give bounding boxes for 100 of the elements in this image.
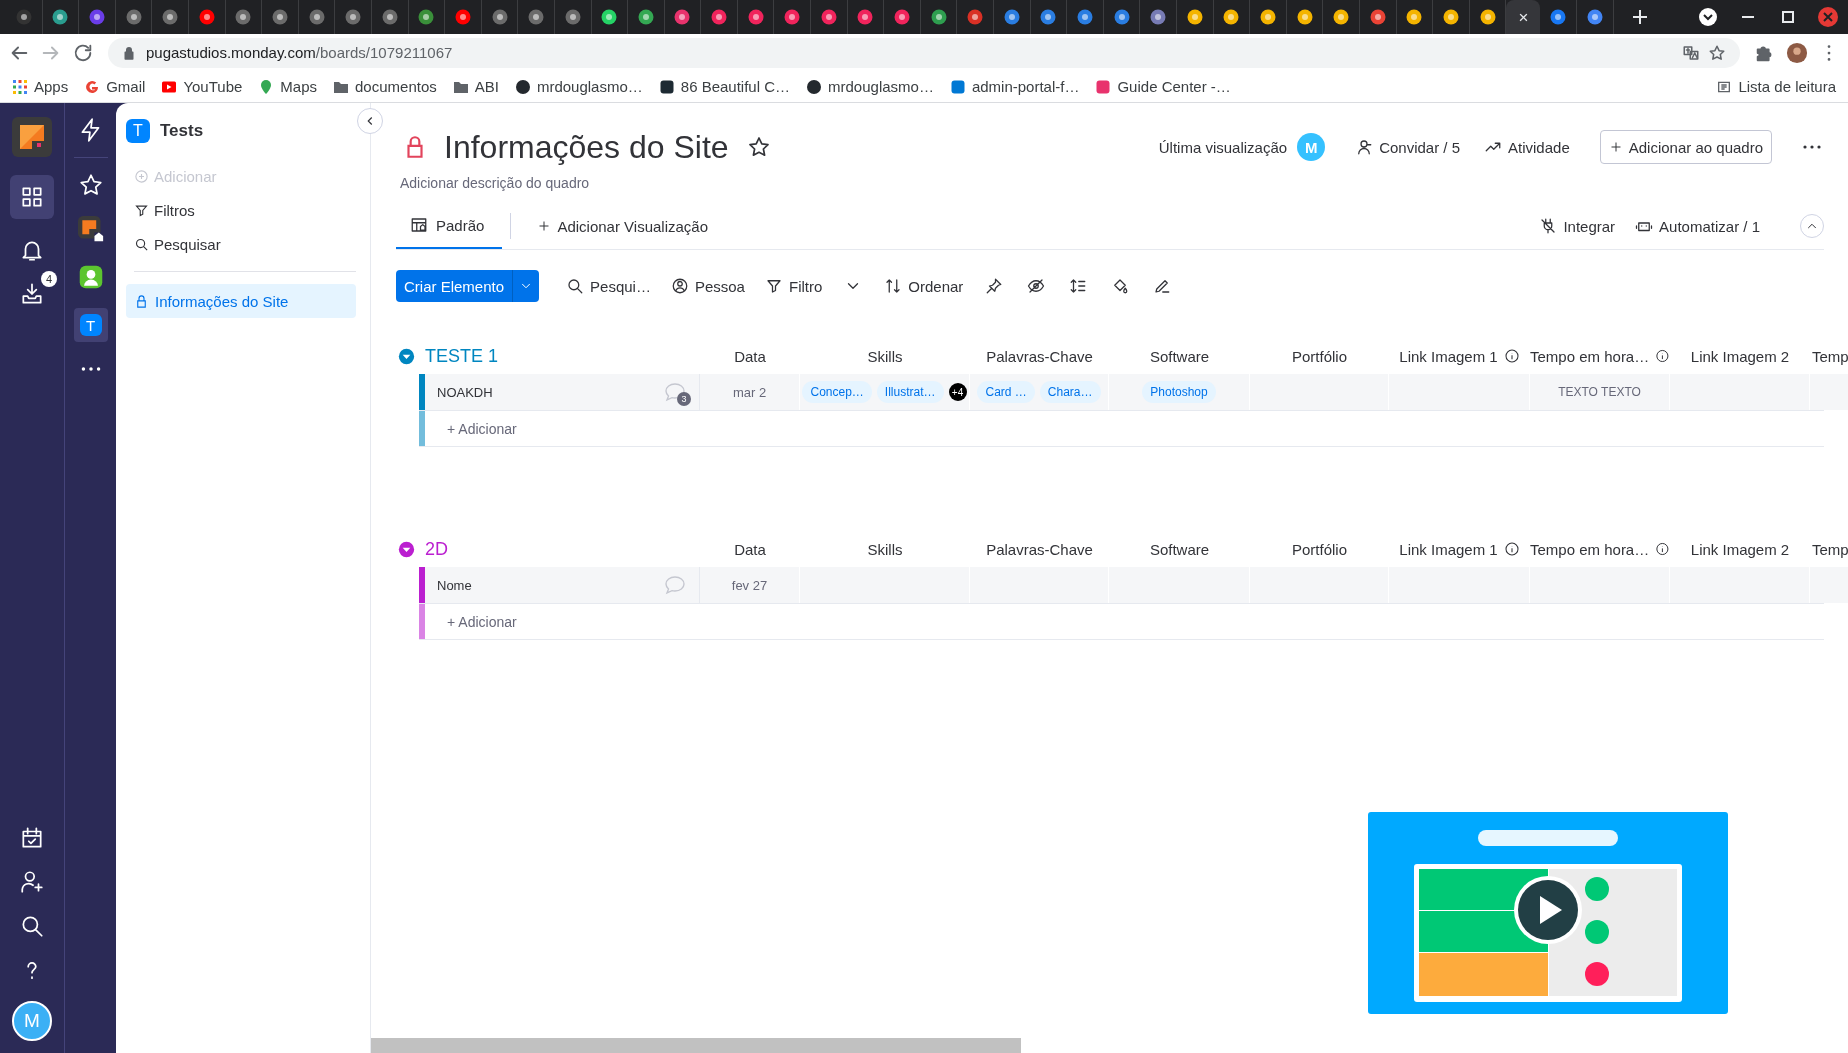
row-height-icon[interactable] xyxy=(1069,277,1088,295)
favorite-star-icon[interactable] xyxy=(746,135,771,159)
tab-search-icon[interactable] xyxy=(1696,5,1720,29)
table-cell[interactable] xyxy=(1109,567,1250,603)
sidebar-action[interactable]: Pesquisar xyxy=(126,227,356,261)
tag[interactable]: Chara… xyxy=(1039,381,1101,403)
filter-button[interactable]: Filtro xyxy=(757,270,830,302)
new-item-button[interactable]: Criar Elemento xyxy=(396,270,513,302)
column-header[interactable]: Tempo em hora… xyxy=(1530,347,1650,365)
table-cell[interactable] xyxy=(1389,567,1530,603)
column-header[interactable]: Palavras-Chave xyxy=(986,347,1093,365)
info-icon[interactable] xyxy=(1655,348,1670,364)
tag[interactable]: Card … xyxy=(977,381,1035,403)
column-header[interactable]: Portfólio xyxy=(1292,347,1347,365)
bookmark[interactable]: Guide Center -… xyxy=(1095,78,1231,95)
add-item-field[interactable]: + Adicionar xyxy=(447,420,517,437)
add-to-board-button[interactable]: Adicionar ao quadro xyxy=(1599,130,1772,164)
bookmark[interactable]: Apps xyxy=(12,78,69,95)
bookmark[interactable]: Gmail xyxy=(84,78,146,95)
search-button[interactable]: Pesqui… xyxy=(559,270,658,302)
calendar-icon[interactable] xyxy=(19,825,45,851)
pin-icon[interactable] xyxy=(985,277,1004,295)
bookmark[interactable]: mrdouglasmo… xyxy=(514,78,643,95)
activity-button[interactable]: Atividade xyxy=(1478,131,1576,163)
group-collapse-icon[interactable] xyxy=(398,540,415,558)
item-name[interactable]: NOAKDH xyxy=(437,384,493,400)
table-cell[interactable]: mar 2 xyxy=(700,374,800,410)
column-header[interactable]: Data xyxy=(734,540,766,558)
column-header[interactable]: Link Imagem 1 xyxy=(1399,540,1498,558)
bookmark[interactable]: mrdouglasmo… xyxy=(806,78,934,95)
integrate-button[interactable]: Integrar xyxy=(1533,210,1622,242)
item-name-cell[interactable]: NOAKDH 3 xyxy=(419,374,700,410)
bookmark[interactable]: 86 Beautiful C… xyxy=(658,78,791,95)
board-item[interactable]: Informações do Site xyxy=(126,284,356,318)
translate-icon[interactable] xyxy=(1682,43,1700,62)
column-header[interactable]: Temp xyxy=(1812,540,1848,558)
group-collapse-icon[interactable] xyxy=(398,347,415,365)
tag[interactable]: Concep… xyxy=(802,381,872,403)
column-header[interactable]: Link Imagem 2 xyxy=(1690,347,1790,365)
column-header[interactable]: Palavras-Chave xyxy=(986,540,1093,558)
table-cell[interactable] xyxy=(970,567,1109,603)
table-cell[interactable] xyxy=(1670,567,1810,603)
inbox-icon[interactable] xyxy=(19,281,45,307)
workspace-item[interactable]: T xyxy=(73,308,108,342)
column-header[interactable]: Skills xyxy=(867,540,903,558)
scrollbar[interactable] xyxy=(371,1038,1021,1053)
reading-list[interactable]: Lista de leitura xyxy=(1716,78,1836,95)
tag[interactable]: Illustrat… xyxy=(876,381,944,403)
close-tab-icon[interactable]: × xyxy=(1518,8,1529,26)
bookmark[interactable]: ABI xyxy=(452,78,499,95)
column-header[interactable]: Link Imagem 2 xyxy=(1690,540,1790,558)
group-title[interactable]: TESTE 1 xyxy=(425,345,499,367)
automate-button[interactable]: Automatizar / 1 xyxy=(1629,210,1766,242)
table-cell[interactable] xyxy=(1250,374,1389,410)
profile-avatar[interactable] xyxy=(1786,41,1808,64)
column-header[interactable]: Skills xyxy=(867,347,903,365)
more-tags-badge[interactable]: +4 xyxy=(948,383,967,401)
address-field[interactable]: pugastudios.monday.com/boards/1079211067 xyxy=(108,37,1740,68)
invite-button[interactable]: Convidar / 5 xyxy=(1349,131,1466,163)
item-name-cell[interactable]: Nome xyxy=(419,567,700,603)
bookmark[interactable]: documentos xyxy=(333,78,437,95)
sidebar-action[interactable]: Filtros xyxy=(126,193,356,227)
pen-icon[interactable] xyxy=(1153,277,1172,295)
bookmark-star-icon[interactable] xyxy=(1708,43,1726,62)
table-cell[interactable] xyxy=(1670,374,1810,410)
workspace-nav[interactable] xyxy=(10,175,54,219)
sort-button[interactable]: Ordenar xyxy=(877,270,971,302)
search-icon[interactable] xyxy=(19,913,45,939)
favorites-icon[interactable] xyxy=(77,172,104,198)
table-cell[interactable]: Concep… Illustrat… +4 xyxy=(800,374,970,410)
info-icon[interactable] xyxy=(1503,348,1520,364)
info-icon[interactable] xyxy=(1503,541,1520,557)
paint-bucket-icon[interactable] xyxy=(1111,277,1130,295)
column-header[interactable]: Link Imagem 1 xyxy=(1399,347,1498,365)
add-item-field[interactable]: + Adicionar xyxy=(447,613,517,630)
bookmark[interactable]: admin-portal-f… xyxy=(949,78,1080,95)
item-name[interactable]: Nome xyxy=(437,577,472,593)
close-window-icon[interactable] xyxy=(1816,5,1840,29)
view-tab[interactable]: Padrão xyxy=(396,203,503,249)
table-cell[interactable]: Photoshop xyxy=(1109,374,1250,410)
bookmark[interactable]: YouTube xyxy=(161,78,243,95)
column-header[interactable]: Portfólio xyxy=(1292,540,1347,558)
group-title[interactable]: 2D xyxy=(425,538,448,560)
new-item-dropdown[interactable] xyxy=(512,270,540,302)
table-cell[interactable] xyxy=(800,567,970,603)
tag[interactable]: Photoshop xyxy=(1142,381,1216,403)
app-logo[interactable] xyxy=(12,117,52,157)
column-header[interactable]: Software xyxy=(1149,540,1210,558)
add-view-button[interactable]: Adicionar Visualização xyxy=(531,210,715,242)
column-header[interactable]: Software xyxy=(1149,347,1210,365)
hide-icon[interactable] xyxy=(1027,277,1046,295)
info-icon[interactable] xyxy=(1655,541,1670,557)
browser-tab[interactable]: × xyxy=(1506,0,1541,34)
board-description[interactable]: Adicionar descrição do quadro xyxy=(396,175,1824,191)
workspace-name[interactable]: Tests xyxy=(160,121,204,141)
bookmark[interactable]: Maps xyxy=(258,78,317,95)
table-cell[interactable] xyxy=(1389,374,1530,410)
table-cell[interactable]: TEXTO TEXTO xyxy=(1530,374,1670,410)
table-cell[interactable]: fev 27 xyxy=(700,567,800,603)
invite-person-icon[interactable] xyxy=(19,869,45,895)
